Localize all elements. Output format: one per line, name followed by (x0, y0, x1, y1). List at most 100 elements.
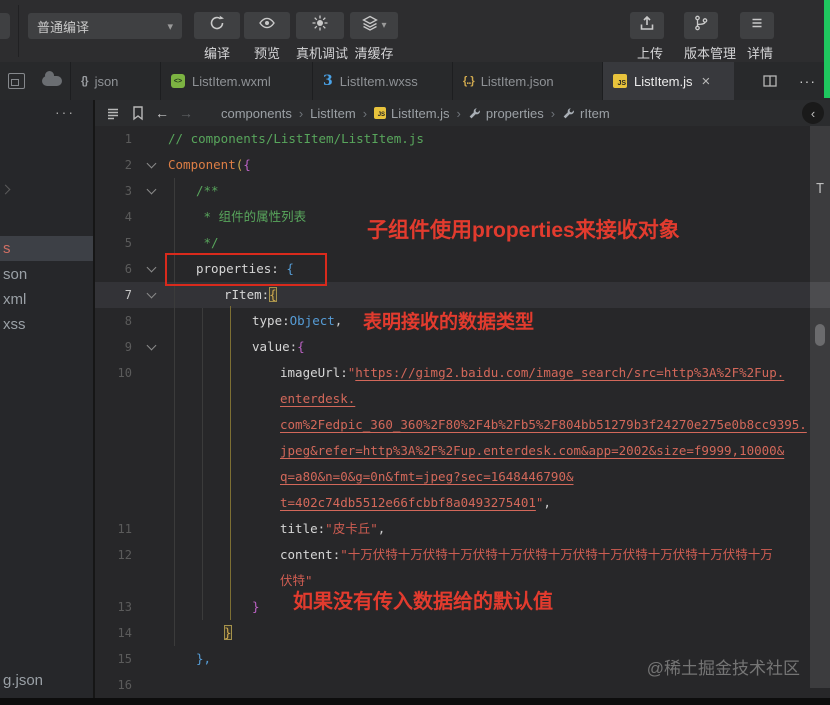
fold-toggle (141, 204, 161, 230)
fold-toggle (141, 308, 161, 334)
sidebar-more-button[interactable]: ··· (55, 104, 75, 120)
line-number: 15 (117, 652, 132, 666)
code-text: content:"十万伏特十万伏特十万伏特十万伏特十万伏特十万伏特十万伏特十万伏… (280, 547, 773, 562)
toolbar-action-label: 版本管理 (684, 46, 737, 61)
editor-scrollbar[interactable]: T (810, 126, 830, 688)
code-line-wrap[interactable]: t=402c74db5512e66fcbbf8a0493275401", (95, 490, 830, 516)
tabbar-left-icons (0, 62, 70, 100)
tab-label: ListItem.js (634, 73, 693, 89)
branch-icon (692, 14, 710, 37)
more-tabs-button[interactable]: ··· (799, 62, 816, 100)
sidebar-item-xss[interactable]: xss (0, 312, 93, 337)
eye-button[interactable] (244, 12, 290, 39)
refresh-icon (208, 14, 226, 37)
fold-toggle[interactable] (141, 178, 161, 204)
compile-mode-dropdown[interactable]: 普通编译 ▾ (28, 13, 182, 39)
line-number: 6 (124, 262, 132, 276)
fold-toggle (141, 438, 161, 464)
chevron-down-icon: ▾ (381, 20, 387, 31)
code-editor[interactable]: 1 // components/ListItem/ListItem.js 2 Comp… (95, 126, 830, 698)
outline-list-icon[interactable] (105, 105, 121, 121)
fold-toggle (141, 126, 161, 152)
breadcrumb-item-ritem[interactable]: rItem (562, 106, 610, 121)
code-line-14[interactable]: 14} (95, 620, 830, 646)
toolbar-action-label: 真机调试 (296, 46, 349, 61)
sidebar-item-xml[interactable]: xml (0, 287, 93, 312)
editor-column: ← → components › ListItem › JS ListItem.js › pr… (95, 100, 830, 698)
code-line-11[interactable]: 11 title:"皮卡丘", (95, 516, 830, 542)
simulator-toggle-icon[interactable] (8, 73, 25, 89)
bookmark-icon[interactable] (131, 105, 145, 121)
fold-toggle (141, 542, 161, 568)
compile-mode-label: 普通编译 (37, 19, 90, 35)
breadcrumb-item-components[interactable]: components (221, 106, 292, 121)
js-icon: JS (374, 107, 387, 119)
code-line-1[interactable]: 1 // components/ListItem/ListItem.js (95, 126, 830, 152)
code-text: Component({ (168, 157, 251, 172)
fold-toggle (141, 568, 161, 594)
refresh-button[interactable] (194, 12, 240, 39)
code-line-9[interactable]: 9 value:{ (95, 334, 830, 360)
toolbar-action-label: 预览 (253, 46, 280, 61)
line-number (95, 386, 141, 412)
fold-toggle[interactable] (141, 282, 161, 308)
code-text: } (252, 599, 260, 614)
upload-button[interactable] (630, 12, 664, 39)
close-icon[interactable]: × (702, 74, 711, 89)
menu-icon (748, 14, 766, 37)
chevron-down-icon (146, 262, 156, 273)
bug-button[interactable] (296, 12, 344, 39)
code-line-wrap[interactable]: jpeg&refer=http%3A%2F%2Fup.enterdesk.com… (95, 438, 830, 464)
watermark: @稀土掘金技术社区 (646, 659, 800, 678)
tab-label: ListItem.wxml (192, 73, 271, 89)
sidebar-item-son[interactable]: son (0, 262, 93, 287)
code-line-wrap[interactable]: com%2Fedpic_360_360%2F80%2F4b%2Fb5%2F804… (95, 412, 830, 438)
fold-toggle[interactable] (141, 334, 161, 360)
breadcrumb-item-listitem[interactable]: ListItem (310, 106, 356, 121)
toolbar-action-label: 上传 (636, 46, 663, 61)
forward-arrow-icon[interactable]: → (179, 105, 193, 121)
chevron-down-icon (146, 184, 156, 195)
code-line-3[interactable]: 3 /** (95, 178, 830, 204)
cutoff-button[interactable] (0, 13, 10, 39)
code-text: /** (196, 183, 219, 198)
upload-icon (638, 14, 656, 37)
collapse-panel-button[interactable]: ‹ (802, 102, 824, 124)
tab-json[interactable]: {} json (70, 62, 160, 100)
line-number (95, 464, 141, 490)
annotation-red-box (165, 253, 327, 286)
fold-toggle (141, 516, 161, 542)
layers-button[interactable]: ▾ (350, 12, 398, 39)
code-line-2[interactable]: 2 Component({ (95, 152, 830, 178)
fold-toggle[interactable] (141, 152, 161, 178)
tab-listitem-js[interactable]: JS ListItem.js × (602, 62, 734, 100)
code-line-10[interactable]: 10 imageUrl:"https://gimg2.baidu.com/imag… (95, 360, 830, 386)
line-number: 16 (117, 678, 132, 692)
fold-toggle (141, 464, 161, 490)
breadcrumb-item-listitem-js[interactable]: JS ListItem.js (374, 106, 450, 121)
back-arrow-icon[interactable]: ← (155, 105, 169, 121)
fold-toggle (141, 646, 161, 672)
code-line-12[interactable]: 12 content:"十万伏特十万伏特十万伏特十万伏特十万伏特十万伏特十万伏特十… (95, 542, 830, 568)
menu-button[interactable] (740, 12, 774, 39)
toolbar-divider (18, 5, 19, 57)
bottom-bar (0, 698, 830, 705)
minimap-text: T (816, 182, 824, 197)
code-line-wrap[interactable]: enterdesk. (95, 386, 830, 412)
toolbar-action-label: 清缓存 (354, 46, 394, 61)
tab-listitem-wxml[interactable]: <> ListItem.wxml (160, 62, 312, 100)
code-line-wrap[interactable]: q=a80&n=0&g=0n&fmt=jpeg?sec=1648446790& (95, 464, 830, 490)
scrollbar-thumb[interactable] (815, 324, 825, 346)
fold-toggle (141, 412, 161, 438)
code-text: // components/ListItem/ListItem.js (168, 131, 424, 146)
tab-listitem-wxss[interactable]: 3 ListItem.wxss (312, 62, 452, 100)
split-editor-button[interactable] (762, 62, 778, 100)
branch-button[interactable] (684, 12, 718, 39)
sidebar-item-gjson[interactable]: g.json (0, 668, 93, 693)
toolbar-action-branch: 版本管理 (684, 12, 737, 62)
cloud-icon[interactable] (42, 71, 62, 86)
tab-listitem-json[interactable]: {..} ListItem.json (452, 62, 602, 100)
fold-toggle[interactable] (141, 256, 161, 282)
sidebar-item-s[interactable]: s (0, 236, 93, 261)
breadcrumb-item-properties[interactable]: properties (468, 106, 544, 121)
